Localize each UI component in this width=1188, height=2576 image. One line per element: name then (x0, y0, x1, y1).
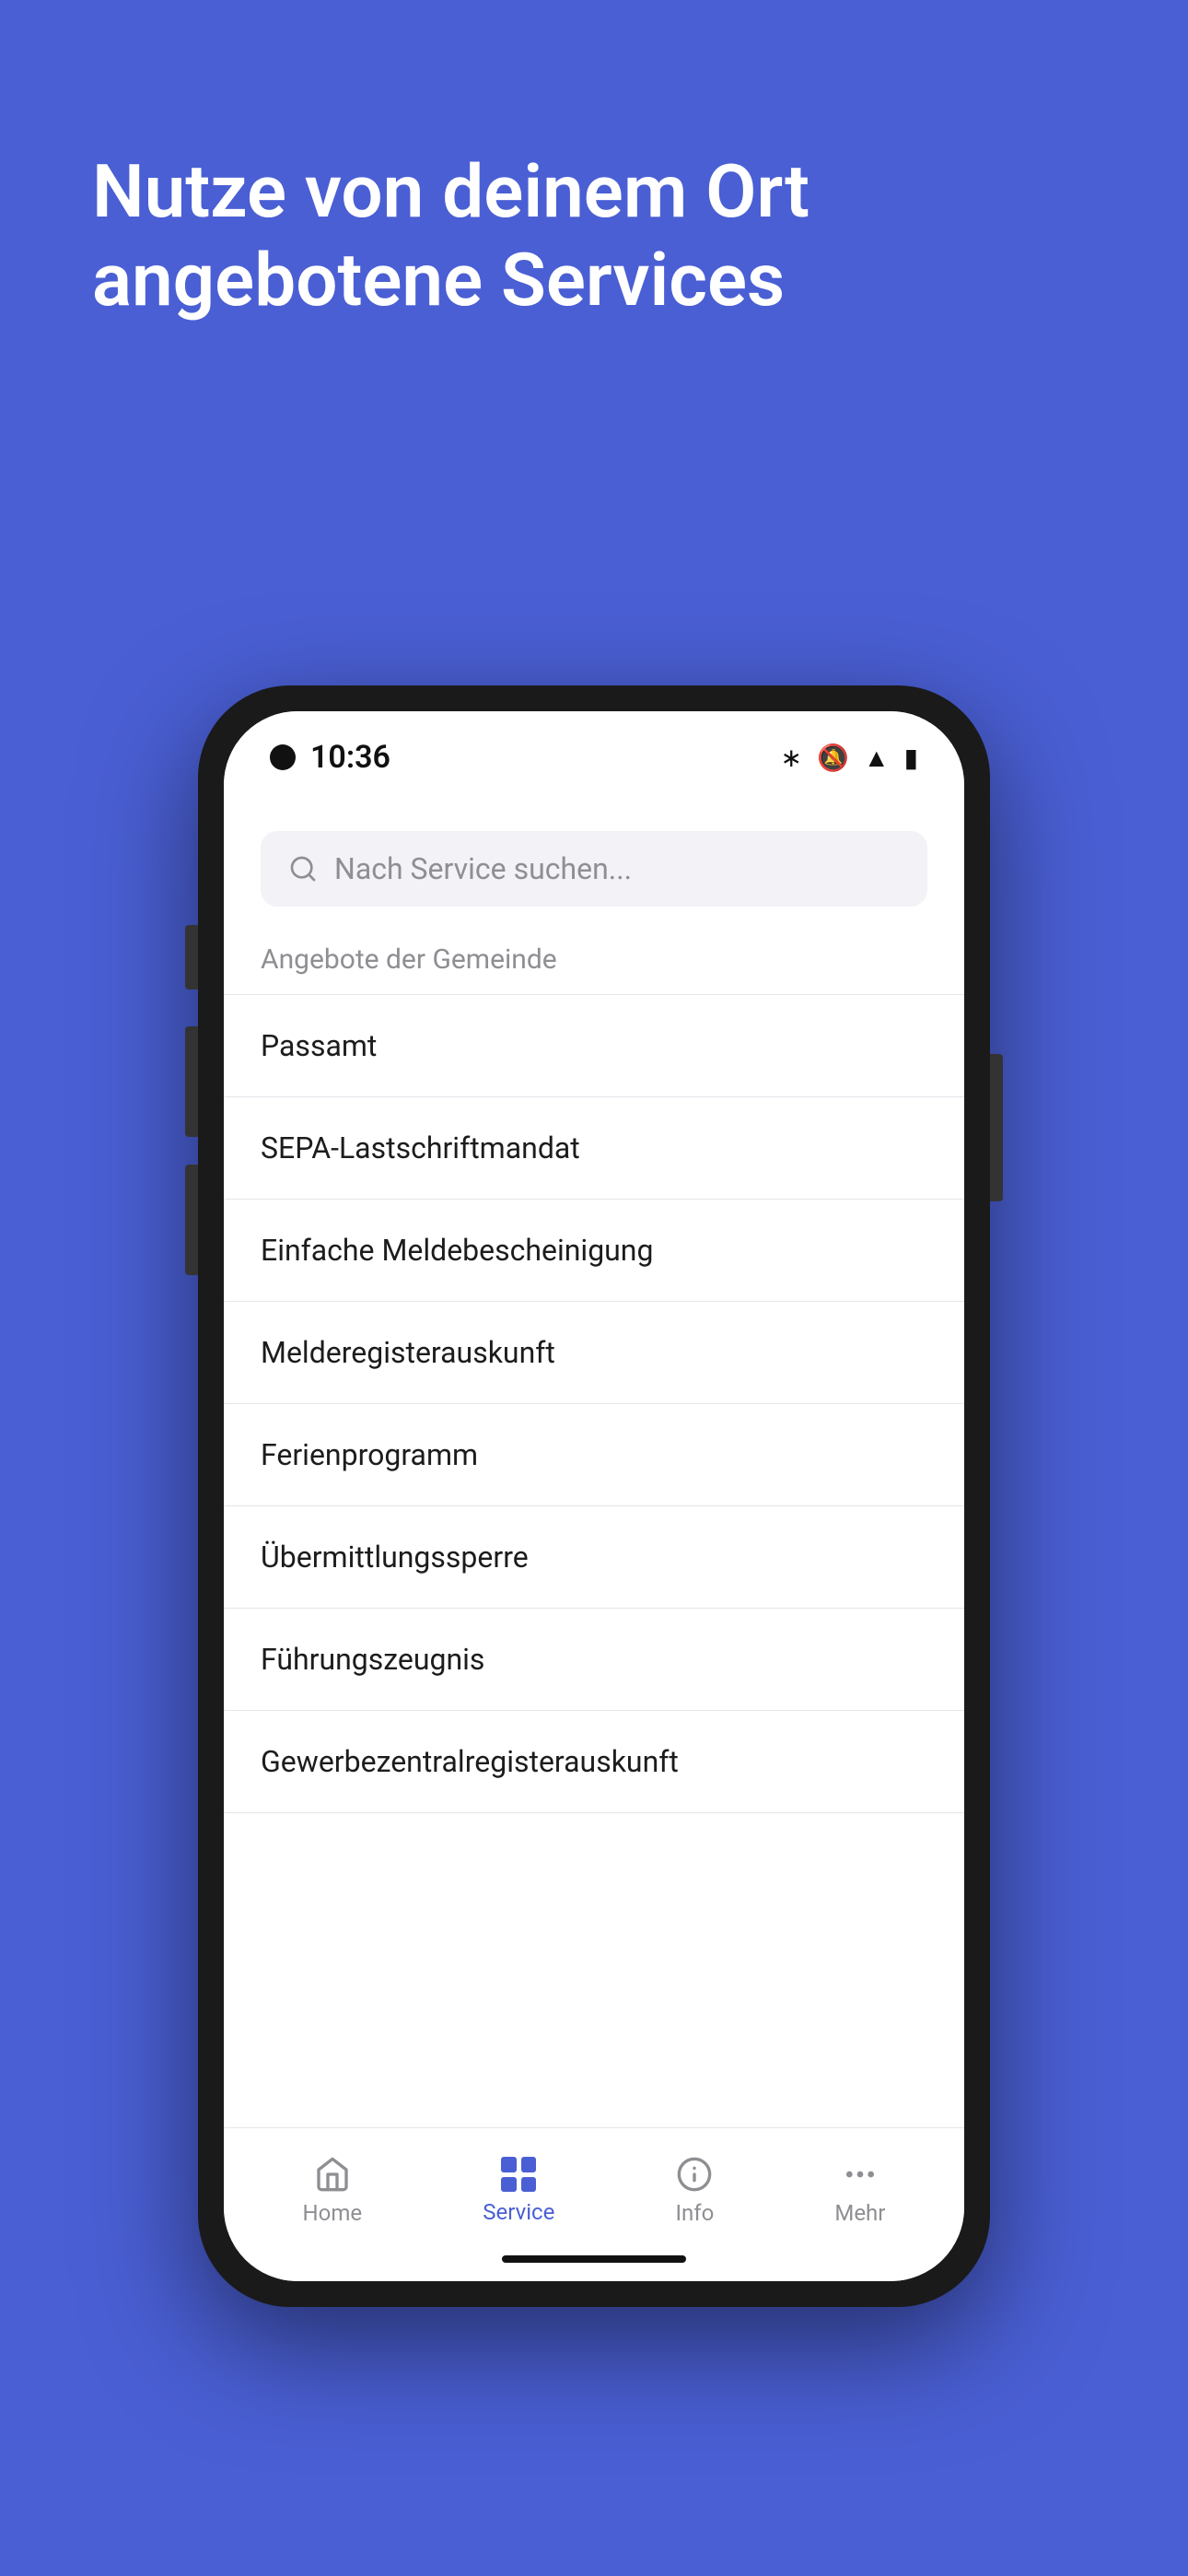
nav-label-info: Info (675, 2200, 714, 2226)
phone-btn-vol-up (185, 1026, 198, 1137)
headline-line1: Nutze von deinem Ort (92, 148, 809, 235)
nav-item-service[interactable]: Service (464, 2148, 573, 2234)
phone-btn-vol-down (185, 1165, 198, 1275)
grid-dot-4 (521, 2177, 537, 2193)
service-item-sepa[interactable]: SEPA-Lastschriftmandat (224, 1097, 964, 1200)
status-bar: 10:36 ∗ 🔕 ▲ ▮ (224, 711, 964, 785)
status-time-area: 10:36 (270, 739, 390, 776)
wifi-icon: ▲ (864, 743, 890, 773)
nav-item-info[interactable]: Info (657, 2147, 732, 2235)
section-header: Angebote der Gemeinde (224, 934, 964, 994)
service-list: Passamt SEPA-Lastschriftmandat Einfache … (224, 994, 964, 2127)
grid-dot-3 (501, 2177, 517, 2193)
nav-label-service: Service (483, 2199, 554, 2225)
phone-btn-power (990, 1054, 1003, 1201)
nav-item-home[interactable]: Home (285, 2147, 381, 2235)
service-item-fuehrungszeugnis[interactable]: Führungszeugnis (224, 1609, 964, 1711)
service-item-meldebescheinigung[interactable]: Einfache Meldebescheinigung (224, 1200, 964, 1302)
background: Nutze von deinem Ort angebotene Services… (0, 0, 1188, 2576)
grid-icon (501, 2157, 536, 2192)
bottom-nav: Home Service (224, 2127, 964, 2244)
info-icon (676, 2156, 713, 2193)
phone-frame: 10:36 ∗ 🔕 ▲ ▮ (198, 685, 990, 2307)
search-bar[interactable]: Nach Service suchen... (261, 831, 927, 907)
service-item-melderegister[interactable]: Melderegisterauskunft (224, 1302, 964, 1404)
search-placeholder: Nach Service suchen... (334, 851, 632, 886)
service-item-ferienprogramm[interactable]: Ferienprogramm (224, 1404, 964, 1506)
camera-dot (270, 744, 296, 770)
phone-btn-mute (185, 925, 198, 989)
home-icon (314, 2156, 351, 2193)
status-icons: ∗ 🔕 ▲ ▮ (781, 743, 918, 773)
headline-text: Nutze von deinem Ort angebotene Services (92, 147, 1096, 324)
notification-icon: 🔕 (817, 743, 849, 773)
search-icon (288, 854, 318, 884)
grid-dot-1 (501, 2157, 517, 2172)
nav-item-mehr[interactable]: Mehr (816, 2147, 903, 2235)
search-area[interactable]: Nach Service suchen... (224, 813, 964, 934)
headline-line2: angebotene Services (92, 237, 785, 323)
service-item-passamt[interactable]: Passamt (224, 994, 964, 1097)
headline-area: Nutze von deinem Ort angebotene Services (0, 0, 1188, 380)
service-item-uebermittlung[interactable]: Übermittlungssperre (224, 1506, 964, 1609)
nav-label-home: Home (303, 2200, 363, 2226)
app-content: Nach Service suchen... Angebote der Geme… (224, 785, 964, 2281)
service-item-gewerbezentral[interactable]: Gewerbezentralregisterauskunft (224, 1711, 964, 1813)
nav-label-mehr: Mehr (834, 2200, 885, 2226)
phone-screen: 10:36 ∗ 🔕 ▲ ▮ (224, 711, 964, 2281)
battery-icon: ▮ (904, 743, 918, 773)
grid-dot-2 (521, 2157, 537, 2172)
more-icon (842, 2156, 879, 2193)
phone-wrapper: 10:36 ∗ 🔕 ▲ ▮ (198, 416, 990, 2576)
home-indicator (224, 2244, 964, 2281)
home-bar (502, 2255, 686, 2263)
status-time: 10:36 (310, 739, 390, 776)
bluetooth-icon: ∗ (781, 743, 802, 773)
